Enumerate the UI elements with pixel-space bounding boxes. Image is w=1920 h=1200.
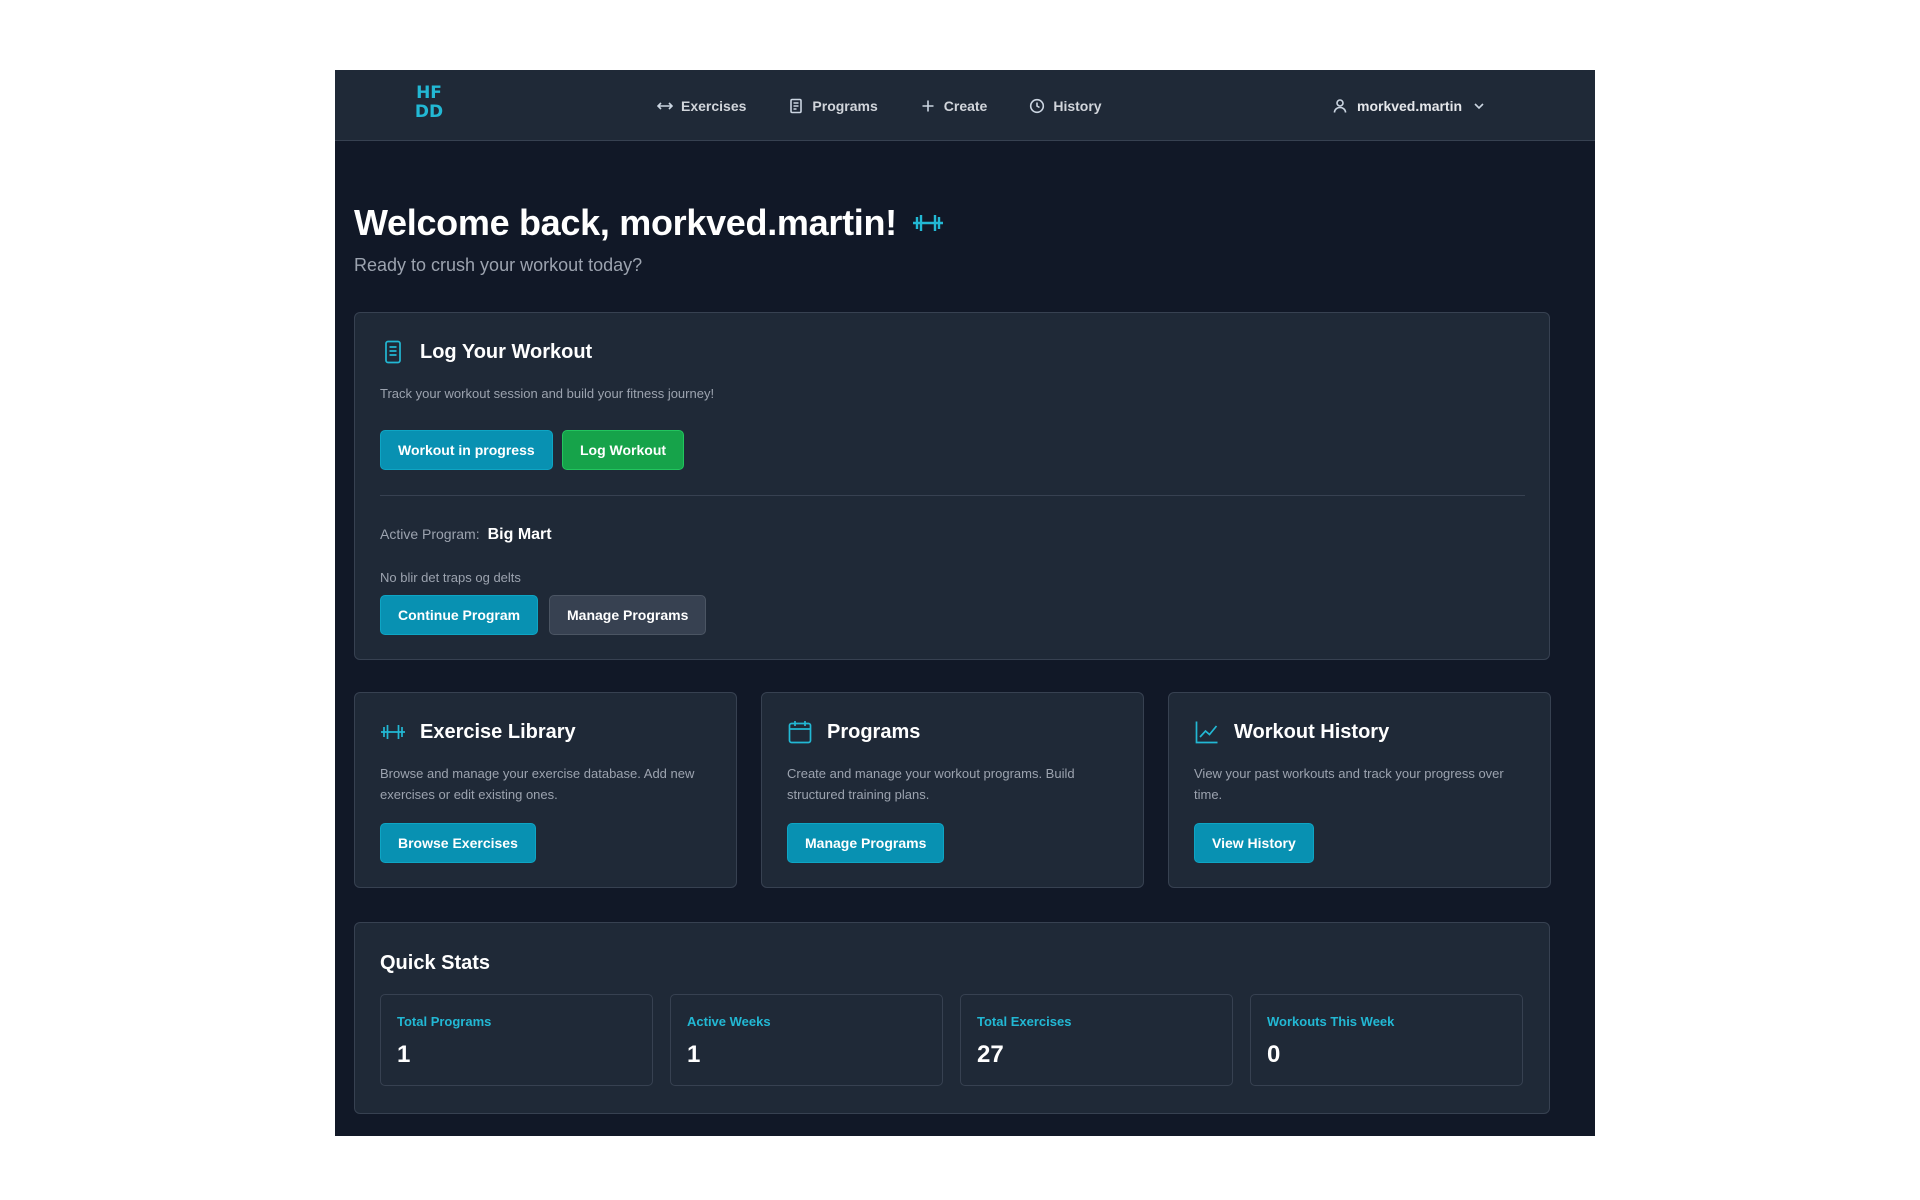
nav-link-label: Programs [812,97,878,114]
log-workout-button[interactable]: Log Workout [562,430,685,470]
programs-card: Programs Create and manage your workout … [761,692,1144,888]
card-header: Workout History [1194,719,1389,745]
app-window: HF DD Exercises Programs Create History [335,70,1595,1136]
stat-label: Total Exercises [977,1014,1072,1029]
nav-links: Exercises Programs Create History [657,70,1144,141]
divider [380,495,1525,496]
view-history-button[interactable]: View History [1194,823,1314,863]
navbar: HF DD Exercises Programs Create History [335,70,1595,141]
card-title: Log Your Workout [420,340,593,363]
card-title: Programs [827,720,921,743]
manage-programs-button[interactable]: Manage Programs [549,595,707,635]
card-description: View your past workouts and track your p… [1194,766,1504,802]
nav-link-create[interactable]: Create [920,97,988,114]
active-program-name: Big Mart [487,526,552,543]
nav-link-exercises[interactable]: Exercises [657,98,746,114]
active-program-row: Active Program: Big Mart [380,526,552,544]
stat-value: 1 [687,1041,701,1068]
stat-value: 0 [1267,1041,1281,1068]
document-icon [385,340,401,364]
user-menu[interactable]: morkved.martin [1332,70,1487,141]
card-title: Workout History [1234,720,1390,743]
quick-stats-card: Quick Stats Total Programs 1 Active Week… [354,922,1550,1114]
card-description: Track your workout session and build you… [380,386,715,401]
clock-icon [1030,98,1045,113]
document-icon [790,98,803,113]
logo[interactable]: HF DD [409,84,449,122]
stat-workouts-this-week: Workouts This Week 0 [1250,994,1523,1086]
program-description: No blir det traps og delts [380,570,521,585]
card-header: Quick Stats [380,952,490,975]
stat-active-weeks: Active Weeks 1 [670,994,943,1086]
nav-link-label: History [1053,97,1102,114]
card-title: Exercise Library [420,720,576,743]
card-header: Exercise Library [380,719,576,745]
stat-total-programs: Total Programs 1 [380,994,653,1086]
active-program-label: Active Program: [380,526,480,542]
card-title: Quick Stats [380,952,491,974]
nav-link-label: Exercises [681,97,747,114]
user-icon [1333,98,1347,113]
chart-line-icon [1195,721,1218,744]
dumbbell-icon [912,215,943,231]
card-header: Log Your Workout [380,339,592,365]
stat-value: 1 [397,1041,411,1068]
stat-label: Workouts This Week [1267,1014,1395,1029]
browse-exercises-button[interactable]: Browse Exercises [380,823,536,863]
workout-in-progress-button[interactable]: Workout in progress [380,430,553,470]
stat-label: Active Weeks [687,1014,771,1029]
nav-link-history[interactable]: History [1029,97,1102,114]
arrows-horizontal-icon [657,101,673,110]
calendar-icon [788,721,812,744]
card-description: Browse and manage your exercise database… [380,766,695,802]
chevron-down-icon [1474,102,1484,109]
logo-line-2: DD [414,102,444,122]
user-name: morkved.martin [1357,97,1463,114]
dumbbell-icon [381,725,405,739]
card-header: Programs [787,719,920,745]
page-subtitle: Ready to crush your workout today? [354,255,643,275]
continue-program-button[interactable]: Continue Program [380,595,539,635]
log-workout-card: Log Your Workout Track your workout sess… [354,312,1550,660]
manage-programs-card-button[interactable]: Manage Programs [787,823,945,863]
nav-link-label: Create [943,97,988,114]
nav-link-programs[interactable]: Programs [788,97,878,114]
page-title: Welcome back, morkved.martin! [354,202,897,243]
logo-line-1: HF [416,83,442,103]
plus-icon [922,100,934,111]
stat-label: Total Programs [397,1014,492,1029]
stat-total-exercises: Total Exercises 27 [960,994,1233,1086]
exercise-library-card: Exercise Library Browse and manage your … [354,692,737,888]
welcome-heading: Welcome back, morkved.martin! [354,202,945,244]
card-description: Create and manage your workout programs.… [787,766,1075,802]
stat-value: 27 [977,1041,1004,1068]
workout-history-card: Workout History View your past workouts … [1168,692,1551,888]
